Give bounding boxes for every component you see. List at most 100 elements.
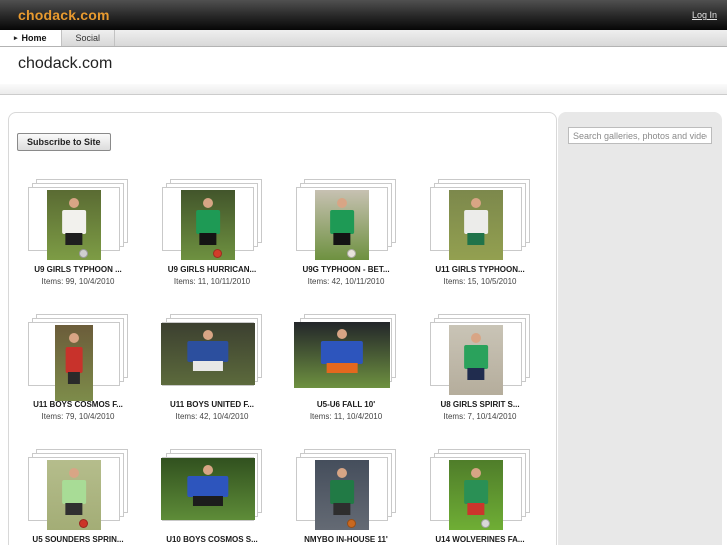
photo-player-head (471, 467, 481, 478)
gallery-title[interactable]: U9 GIRLS TYPHOON ... (11, 265, 145, 274)
gallery-items-count: Items: 99, 10/4/2010 (41, 277, 115, 286)
gallery-title[interactable]: U8 GIRLS SPIRIT S... (413, 400, 547, 409)
photo-player-head (471, 197, 481, 208)
search-sidebar (558, 112, 722, 545)
gallery-title[interactable]: U11 GIRLS TYPHOON... (413, 265, 547, 274)
photo-soccer-ball (213, 248, 223, 258)
gallery-thumbnail-photo[interactable] (181, 190, 235, 260)
top-bar: chodack.com Log In (0, 0, 727, 30)
tab-social[interactable]: Social (62, 30, 116, 46)
gallery-items-count: Items: 11, 10/4/2010 (309, 412, 383, 421)
gallery-card[interactable]: NMYBO IN-HOUSE 11' (279, 445, 413, 545)
gallery-card[interactable]: U5-U6 FALL 10' Items: 11, 10/4/2010 (279, 310, 413, 445)
gallery-thumbnail-stack[interactable] (28, 449, 128, 530)
gallery-items-count: Items: 79, 10/4/2010 (41, 412, 115, 421)
photo-player-jersey (330, 210, 354, 235)
tab-home[interactable]: ▸ Home (0, 30, 62, 46)
gallery-thumbnail-photo[interactable] (315, 460, 369, 530)
search-input[interactable] (568, 127, 712, 144)
site-brand: chodack.com (18, 7, 110, 23)
gallery-thumbnail-photo[interactable] (161, 458, 255, 520)
photo-player-shorts (467, 233, 485, 245)
gallery-title[interactable]: U10 BOYS COSMOS S... (145, 535, 279, 544)
header-divider (0, 84, 727, 95)
photo-player-head (69, 333, 79, 344)
gallery-items-count: Items: 42, 10/4/2010 (175, 412, 249, 421)
gallery-thumbnail-stack[interactable] (430, 179, 530, 260)
gallery-title[interactable]: U5 SOUNDERS SPRIN... (11, 535, 145, 544)
photo-player-jersey (464, 210, 488, 235)
page-title: chodack.com (18, 55, 113, 72)
gallery-card[interactable]: U9 GIRLS TYPHOON ... Items: 99, 10/4/201… (11, 175, 145, 310)
photo-player-jersey (464, 345, 488, 370)
photo-player-shorts (192, 361, 224, 372)
gallery-card[interactable]: U14 WOLVERINES FA... (413, 445, 547, 545)
photo-player-shorts (333, 503, 351, 515)
photo-player-shorts (333, 233, 351, 245)
photo-player-jersey (196, 210, 220, 235)
gallery-thumbnail-photo[interactable] (315, 190, 369, 260)
gallery-title[interactable]: U11 BOYS COSMOS F... (11, 400, 145, 409)
photo-player-jersey (62, 210, 86, 235)
gallery-thumbnail-photo[interactable] (449, 190, 503, 260)
gallery-items-count: Items: 11, 10/11/2010 (173, 277, 251, 286)
gallery-card[interactable]: U11 GIRLS TYPHOON... Items: 15, 10/5/201… (413, 175, 547, 310)
subscribe-to-site-button[interactable]: Subscribe to Site (17, 133, 111, 151)
gallery-thumbnail-stack[interactable] (161, 449, 262, 529)
log-in-link[interactable]: Log In (692, 10, 717, 20)
gallery-thumbnail-stack[interactable] (430, 314, 530, 395)
photo-soccer-ball (79, 248, 89, 258)
photo-soccer-ball (79, 518, 89, 528)
gallery-title[interactable]: U9 GIRLS HURRICAN... (145, 265, 279, 274)
gallery-card[interactable]: U11 BOYS COSMOS F... Items: 79, 10/4/201… (11, 310, 145, 445)
gallery-title[interactable]: U9G TYPHOON - BET... (279, 265, 413, 274)
photo-player-head (203, 197, 213, 208)
gallery-title[interactable]: NMYBO IN-HOUSE 11' (279, 535, 413, 544)
gallery-items-count: Items: 15, 10/5/2010 (443, 277, 517, 286)
gallery-items-count: Items: 7, 10/14/2010 (443, 412, 517, 421)
gallery-title[interactable]: U11 BOYS UNITED F... (145, 400, 279, 409)
photo-soccer-ball (347, 518, 357, 528)
main-content-panel: Subscribe to Site U9 GIRLS TYPHOON ... I… (8, 112, 557, 545)
photo-player-shorts (326, 362, 358, 374)
gallery-thumbnail-stack[interactable] (296, 449, 396, 530)
gallery-card[interactable]: U9 GIRLS HURRICAN... Items: 11, 10/11/20… (145, 175, 279, 310)
gallery-thumbnail-photo[interactable] (449, 325, 503, 395)
gallery-thumbnail-photo[interactable] (449, 460, 503, 530)
gallery-thumbnail-stack[interactable] (294, 314, 396, 394)
title-bar: chodack.com (0, 48, 727, 84)
photo-player-jersey (187, 475, 229, 498)
tab-bar: ▸ Home Social (0, 30, 727, 47)
gallery-card[interactable]: U8 GIRLS SPIRIT S... Items: 7, 10/14/201… (413, 310, 547, 445)
photo-player-head (337, 197, 347, 208)
gallery-card[interactable]: U5 SOUNDERS SPRIN... (11, 445, 145, 545)
gallery-thumbnail-photo[interactable] (55, 325, 93, 401)
gallery-thumbnail-photo[interactable] (161, 323, 255, 385)
photo-player-shorts (65, 233, 83, 245)
gallery-thumbnail-photo[interactable] (294, 322, 390, 388)
gallery-card[interactable]: U11 BOYS UNITED F... Items: 42, 10/4/201… (145, 310, 279, 445)
photo-player-head (337, 329, 347, 340)
tab-social-label: Social (75, 33, 101, 43)
gallery-title[interactable]: U14 WOLVERINES FA... (413, 535, 547, 544)
tab-home-label: Home (21, 33, 47, 43)
gallery-thumbnail-photo[interactable] (47, 460, 101, 530)
photo-player-jersey (320, 341, 364, 364)
gallery-card[interactable]: U9G TYPHOON - BET... Items: 42, 10/11/20… (279, 175, 413, 310)
gallery-thumbnail-stack[interactable] (28, 179, 128, 260)
gallery-thumbnail-photo[interactable] (47, 190, 101, 260)
gallery-title[interactable]: U5-U6 FALL 10' (279, 400, 413, 409)
photo-player-shorts (192, 496, 224, 507)
photo-player-head (203, 329, 213, 340)
gallery-card[interactable]: U10 BOYS COSMOS S... (145, 445, 279, 545)
gallery-thumbnail-stack[interactable] (28, 314, 128, 401)
gallery-thumbnail-stack[interactable] (430, 449, 530, 530)
photo-player-shorts (67, 372, 81, 385)
photo-soccer-ball (347, 248, 357, 258)
active-tab-arrow-icon: ▸ (14, 35, 18, 42)
gallery-thumbnail-stack[interactable] (162, 179, 262, 260)
gallery-thumbnail-stack[interactable] (161, 314, 262, 394)
gallery-thumbnail-stack[interactable] (296, 179, 396, 260)
photo-player-jersey (65, 347, 83, 373)
photo-player-shorts (467, 503, 485, 515)
